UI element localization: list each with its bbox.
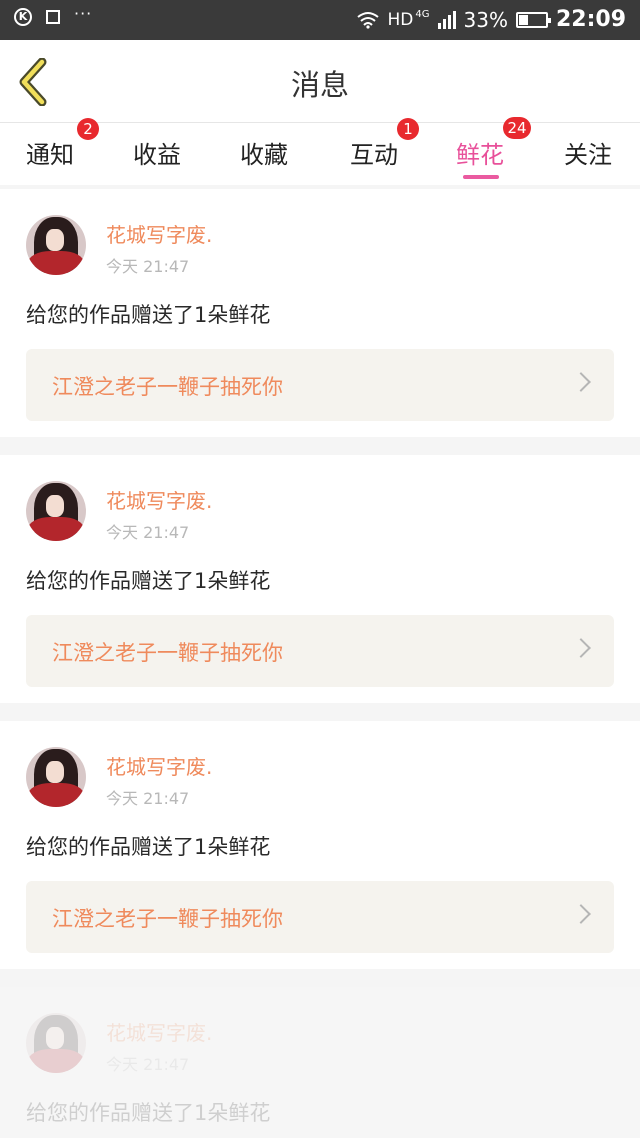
- timestamp: 今天 21:47: [106, 523, 190, 542]
- signal-icon: [437, 10, 456, 29]
- tab-label: 互动: [350, 141, 398, 169]
- tab-follow[interactable]: 关注: [564, 135, 612, 170]
- work-link[interactable]: 江澄之老子一鞭子抽死你: [26, 615, 614, 687]
- more-notifications-icon: ···: [74, 4, 93, 23]
- tab-label: 关注: [564, 141, 612, 169]
- work-title: 江澄之老子一鞭子抽死你: [52, 907, 283, 931]
- chevron-right-icon: [571, 904, 591, 924]
- tab-label: 通知: [26, 141, 74, 169]
- status-bar: K ··· HD 4G 33% 22:09: [0, 0, 640, 40]
- tab-earnings[interactable]: 收益: [133, 135, 181, 170]
- notification-card: 花城写字废. 今天 21:47 给您的作品赠送了1朵鲜花 江澄之老子一鞭子抽死你: [0, 189, 640, 437]
- header: 消息: [0, 40, 640, 123]
- status-left: K ···: [14, 4, 93, 26]
- work-link[interactable]: 江澄之老子一鞭子抽死你: [26, 349, 614, 421]
- clock: 22:09: [555, 7, 626, 32]
- flowers-badge: 24: [503, 117, 531, 139]
- sender-name[interactable]: 花城写字废.: [106, 751, 212, 780]
- timestamp: 今天 21:47: [106, 789, 190, 808]
- wifi-icon: [356, 11, 379, 29]
- tab-label: 鲜花: [456, 141, 504, 169]
- tab-notice[interactable]: 通知: [26, 135, 74, 170]
- sender-name[interactable]: 花城写字废.: [106, 485, 212, 514]
- sender-name[interactable]: 花城写字废.: [106, 1017, 212, 1046]
- notification-card: 花城写字废. 今天 21:47 给您的作品赠送了1朵鲜花 江澄之老子一鞭子抽死你: [0, 455, 640, 703]
- notification-card: 花城写字废. 今天 21:47 给您的作品赠送了1朵鲜花 江澄之老子一鞭子抽死你: [0, 721, 640, 969]
- work-title: 江澄之老子一鞭子抽死你: [52, 641, 283, 665]
- page-title: 消息: [290, 68, 349, 102]
- timestamp: 今天 21:47: [106, 1055, 190, 1074]
- avatar[interactable]: [26, 747, 86, 807]
- avatar[interactable]: [26, 215, 86, 275]
- tab-bar: 通知 2 收益 收藏 互动 1 鲜花 24 关注: [0, 117, 640, 185]
- avatar[interactable]: [26, 481, 86, 541]
- notification-card: 花城写字废. 今天 21:47 给您的作品赠送了1朵鲜花: [0, 987, 640, 1138]
- work-title: 江澄之老子一鞭子抽死你: [52, 375, 283, 399]
- interactions-badge: 1: [397, 118, 419, 140]
- tab-flowers[interactable]: 鲜花: [456, 135, 504, 170]
- tab-favorites[interactable]: 收藏: [240, 135, 288, 170]
- message-text: 给您的作品赠送了1朵鲜花: [26, 835, 271, 859]
- sender-name[interactable]: 花城写字废.: [106, 219, 212, 248]
- battery-icon: [515, 11, 551, 28]
- tab-label: 收益: [133, 141, 181, 169]
- tab-label: 收藏: [240, 141, 288, 169]
- work-link[interactable]: 江澄之老子一鞭子抽死你: [26, 881, 614, 953]
- chevron-right-icon: [571, 372, 591, 392]
- image-icon: [46, 10, 60, 24]
- status-right: HD 4G 33% 22:09: [356, 7, 626, 32]
- timestamp: 今天 21:47: [106, 257, 190, 276]
- chevron-right-icon: [571, 638, 591, 658]
- battery-percent: 33%: [463, 7, 508, 32]
- active-tab-indicator: [463, 175, 499, 179]
- notice-badge: 2: [77, 118, 99, 140]
- message-text: 给您的作品赠送了1朵鲜花: [26, 569, 271, 593]
- tab-interactions[interactable]: 互动: [350, 135, 398, 170]
- network-type: 4G: [415, 9, 430, 20]
- message-text: 给您的作品赠送了1朵鲜花: [26, 303, 271, 327]
- hd-indicator: HD: [387, 9, 414, 30]
- avatar[interactable]: [26, 1013, 86, 1073]
- k-app-icon: K: [14, 8, 32, 26]
- message-text: 给您的作品赠送了1朵鲜花: [26, 1101, 271, 1125]
